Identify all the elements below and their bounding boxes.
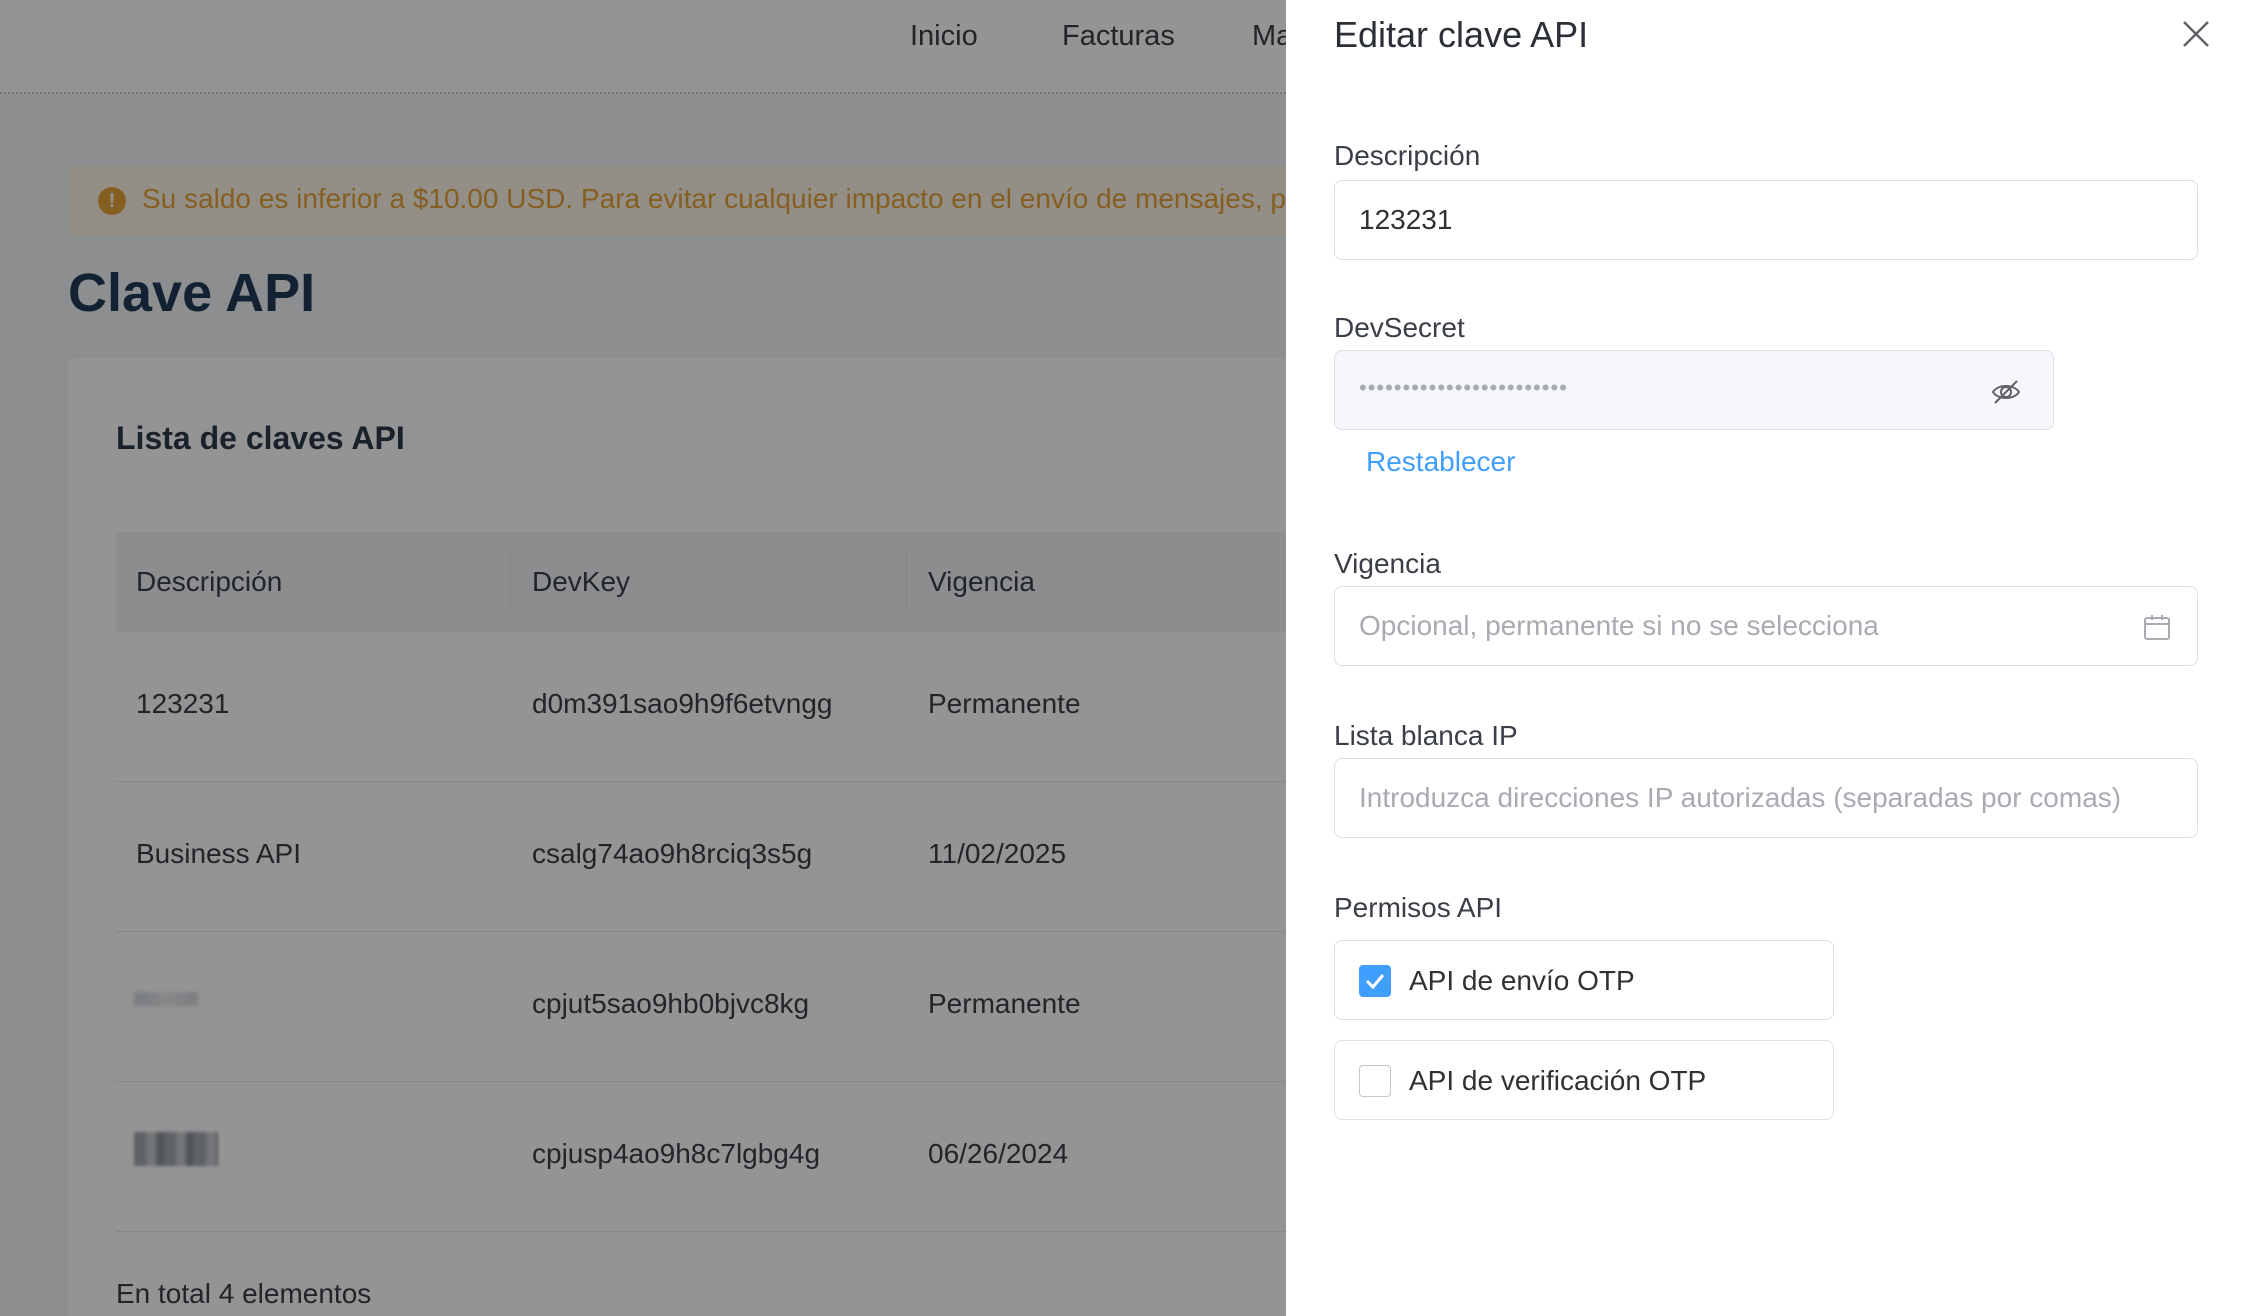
close-icon [2183,21,2209,47]
permission-label: API de envío OTP [1409,965,1635,996]
api-permissions-label: Permisos API [1334,892,1503,923]
toggle-visibility-button[interactable] [1989,375,2023,409]
drawer-title: Editar clave API [1334,14,1589,55]
validity-input[interactable] [1334,586,2198,666]
ip-whitelist-label: Lista blanca IP [1334,720,1518,751]
validity-date-picker [1334,586,2198,666]
devsecret-field[interactable]: •••••••••••••••••••••••• [1334,350,2054,430]
validity-label: Vigencia [1334,548,1441,579]
ip-whitelist-input[interactable] [1334,758,2198,838]
edit-api-key-drawer: Editar clave API Descripción DevSecret •… [1286,0,2254,1316]
description-label: Descripción [1334,140,1481,171]
description-input[interactable] [1334,180,2198,260]
permission-label: API de verificación OTP [1409,1065,1707,1096]
devsecret-masked-value: •••••••••••••••••••••••• [1359,375,1568,400]
devsecret-label: DevSecret [1334,312,1465,343]
checkbox-unchecked[interactable] [1359,1065,1391,1097]
reset-devsecret-link[interactable]: Restablecer [1366,446,1515,478]
calendar-icon [2144,615,2170,640]
eye-off-icon [1991,380,2021,404]
checkbox-checked[interactable] [1359,965,1391,997]
close-button[interactable] [2174,12,2218,56]
check-icon [1365,974,1385,990]
permission-otp-verify[interactable]: API de verificación OTP [1334,1040,1834,1120]
permission-otp-send[interactable]: API de envío OTP [1334,940,1834,1020]
